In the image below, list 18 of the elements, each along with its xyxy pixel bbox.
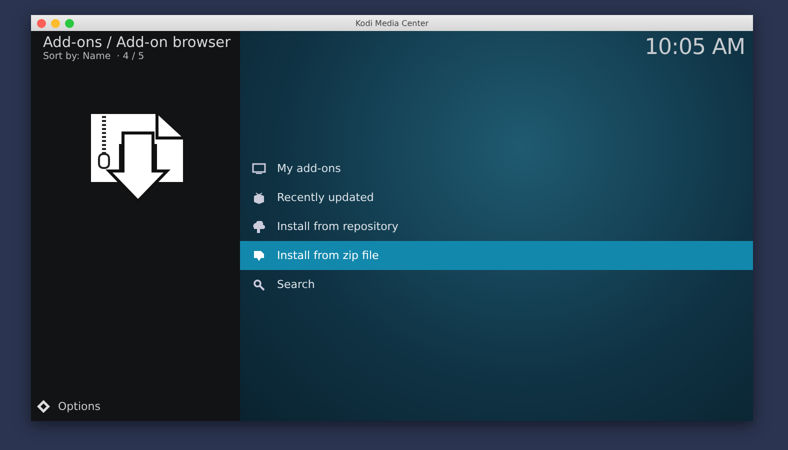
menu-item[interactable]: Install from repository: [240, 212, 753, 241]
sort-info: Sort by: Name · 4 / 5: [43, 51, 146, 62]
search-icon: [252, 278, 264, 290]
menu-item[interactable]: My add-ons: [240, 154, 753, 183]
zip-file-download-icon: [88, 112, 182, 202]
maximize-button[interactable]: [65, 18, 74, 28]
menu-item[interactable]: Search: [240, 270, 753, 299]
close-button[interactable]: [37, 18, 46, 28]
options-button[interactable]: Options: [31, 396, 240, 421]
breadcrumb: Add-ons / Add-on browser: [43, 35, 232, 51]
cloud-download-icon: [252, 220, 265, 232]
clock: 10:05 AM: [644, 35, 745, 60]
minimize-button[interactable]: [51, 18, 60, 28]
window-title: Kodi Media Center: [354, 18, 430, 28]
monitor-icon: [252, 163, 266, 174]
menu-item[interactable]: Install from zip file: [240, 241, 753, 270]
menu-item[interactable]: Recently updated: [240, 183, 753, 212]
diamond-arrows-icon: [37, 400, 50, 412]
